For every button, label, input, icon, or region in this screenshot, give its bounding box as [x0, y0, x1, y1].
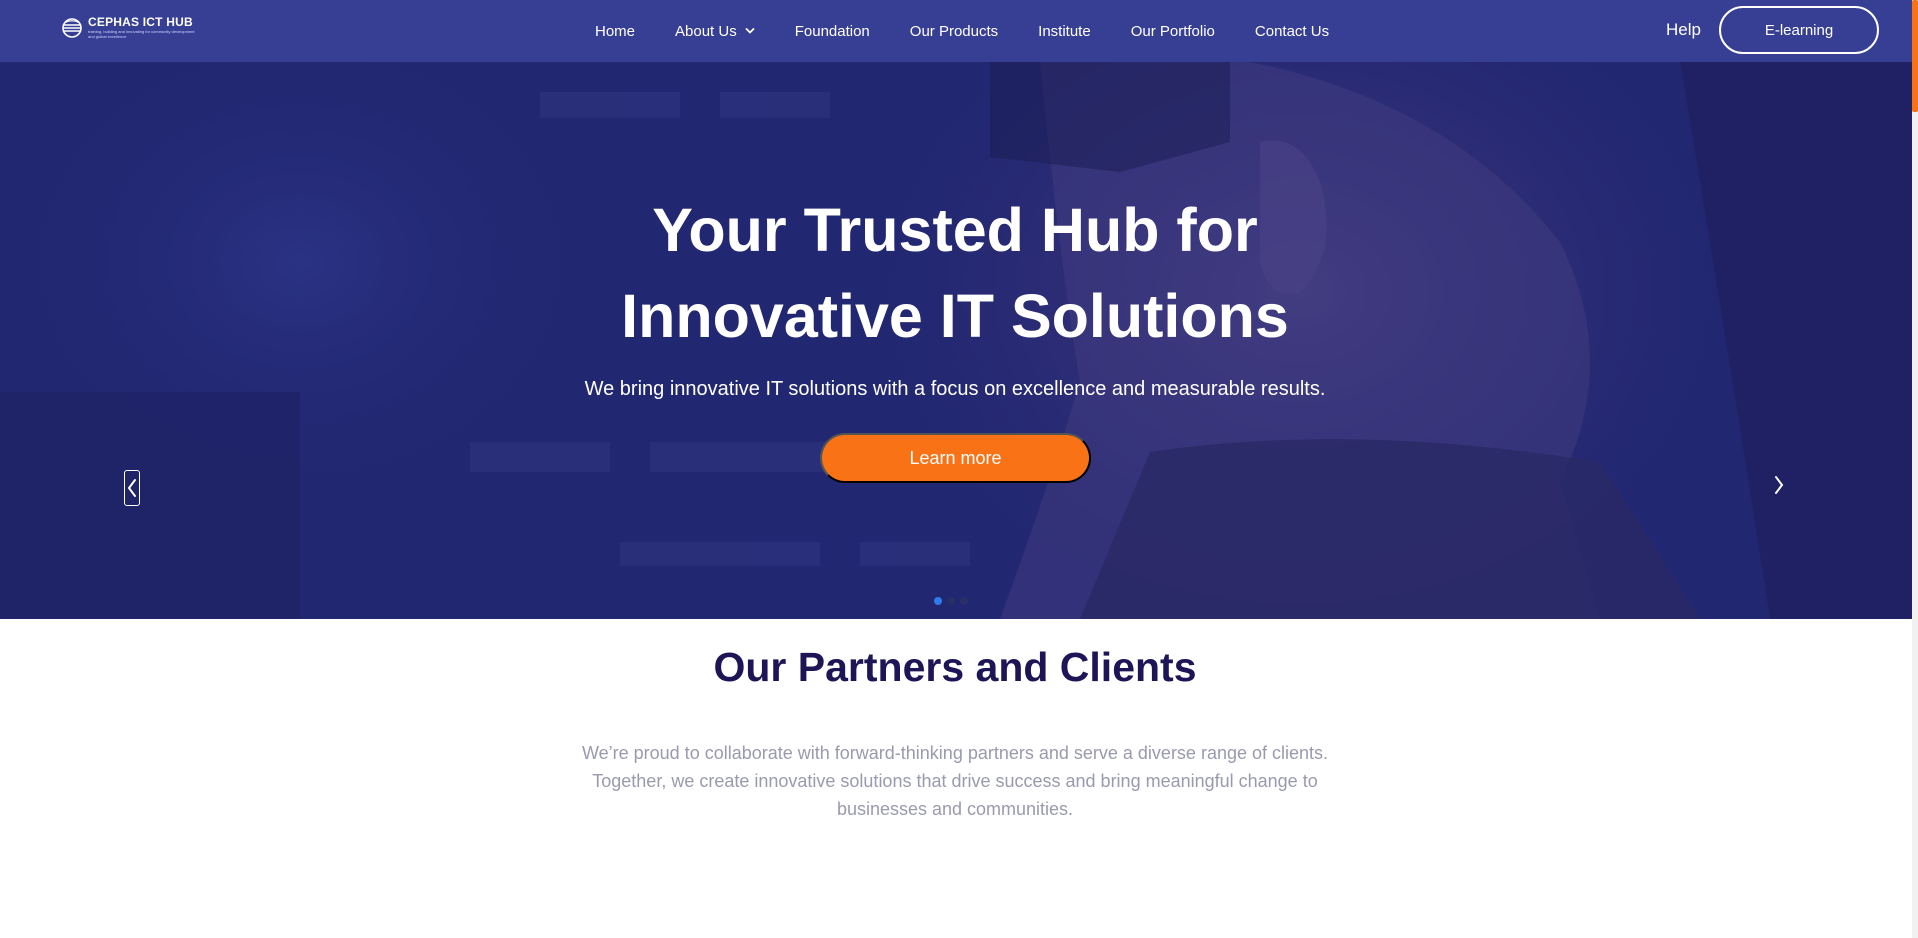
carousel-prev-button[interactable] — [124, 470, 140, 506]
carousel-indicators — [934, 597, 968, 605]
hero-carousel: Your Trusted Hub for Innovative IT Solut… — [0, 62, 1912, 619]
page: CEPHAS ICT HUB training, building and in… — [0, 0, 1918, 938]
navbar: CEPHAS ICT HUB training, building and in… — [0, 0, 1912, 62]
carousel-dot-1[interactable] — [934, 597, 942, 605]
nav-our-portfolio[interactable]: Our Portfolio — [1131, 23, 1215, 40]
hero-title-line2: Innovative IT Solutions — [621, 282, 1289, 350]
page-scrollbar[interactable] — [1912, 0, 1918, 938]
brand-tagline: training, building and innovating for co… — [88, 29, 195, 39]
partners-line-2: Together, we create innovative solutions… — [592, 771, 1318, 791]
logo-text: CEPHAS ICT HUB training, building and in… — [88, 15, 198, 40]
nav-our-products[interactable]: Our Products — [910, 23, 998, 40]
globe-logo-icon — [62, 17, 82, 38]
nav-home[interactable]: Home — [595, 23, 635, 40]
carousel-dot-3[interactable] — [960, 597, 968, 605]
carousel-dot-2[interactable] — [947, 597, 955, 605]
chevron-right-icon — [1775, 476, 1784, 494]
learn-more-button[interactable]: Learn more — [820, 433, 1091, 483]
nav-institute[interactable]: Institute — [1038, 23, 1091, 40]
carousel-next-button[interactable] — [1769, 472, 1789, 498]
hero-title: Your Trusted Hub for Innovative IT Solut… — [0, 187, 1910, 359]
partners-line-1: We’re proud to collaborate with forward-… — [581, 743, 1329, 763]
partners-heading: Our Partners and Clients — [713, 644, 1197, 690]
chevron-down-icon — [745, 28, 755, 34]
main-nav: Home About Us Foundation Our Products In… — [595, 0, 1369, 62]
chevron-left-icon — [127, 479, 136, 497]
elearning-button[interactable]: E-learning — [1719, 6, 1879, 54]
scrollbar-thumb[interactable] — [1912, 0, 1918, 112]
hero-title-line1: Your Trusted Hub for — [652, 196, 1258, 264]
help-link[interactable]: Help — [1666, 20, 1701, 40]
nav-foundation[interactable]: Foundation — [795, 23, 870, 40]
nav-contact-us[interactable]: Contact Us — [1255, 23, 1329, 40]
nav-about-us-label: About Us — [675, 22, 737, 40]
brand-name: CEPHAS ICT HUB — [88, 15, 193, 29]
partners-line-3: businesses and communities. — [836, 799, 1074, 819]
hero-subtitle: We bring innovative IT solutions with a … — [584, 378, 1326, 400]
logo[interactable]: CEPHAS ICT HUB training, building and in… — [62, 16, 198, 39]
partners-description: We’re proud to collaborate with forward-… — [570, 739, 1340, 823]
nav-about-us[interactable]: About Us — [675, 23, 755, 40]
